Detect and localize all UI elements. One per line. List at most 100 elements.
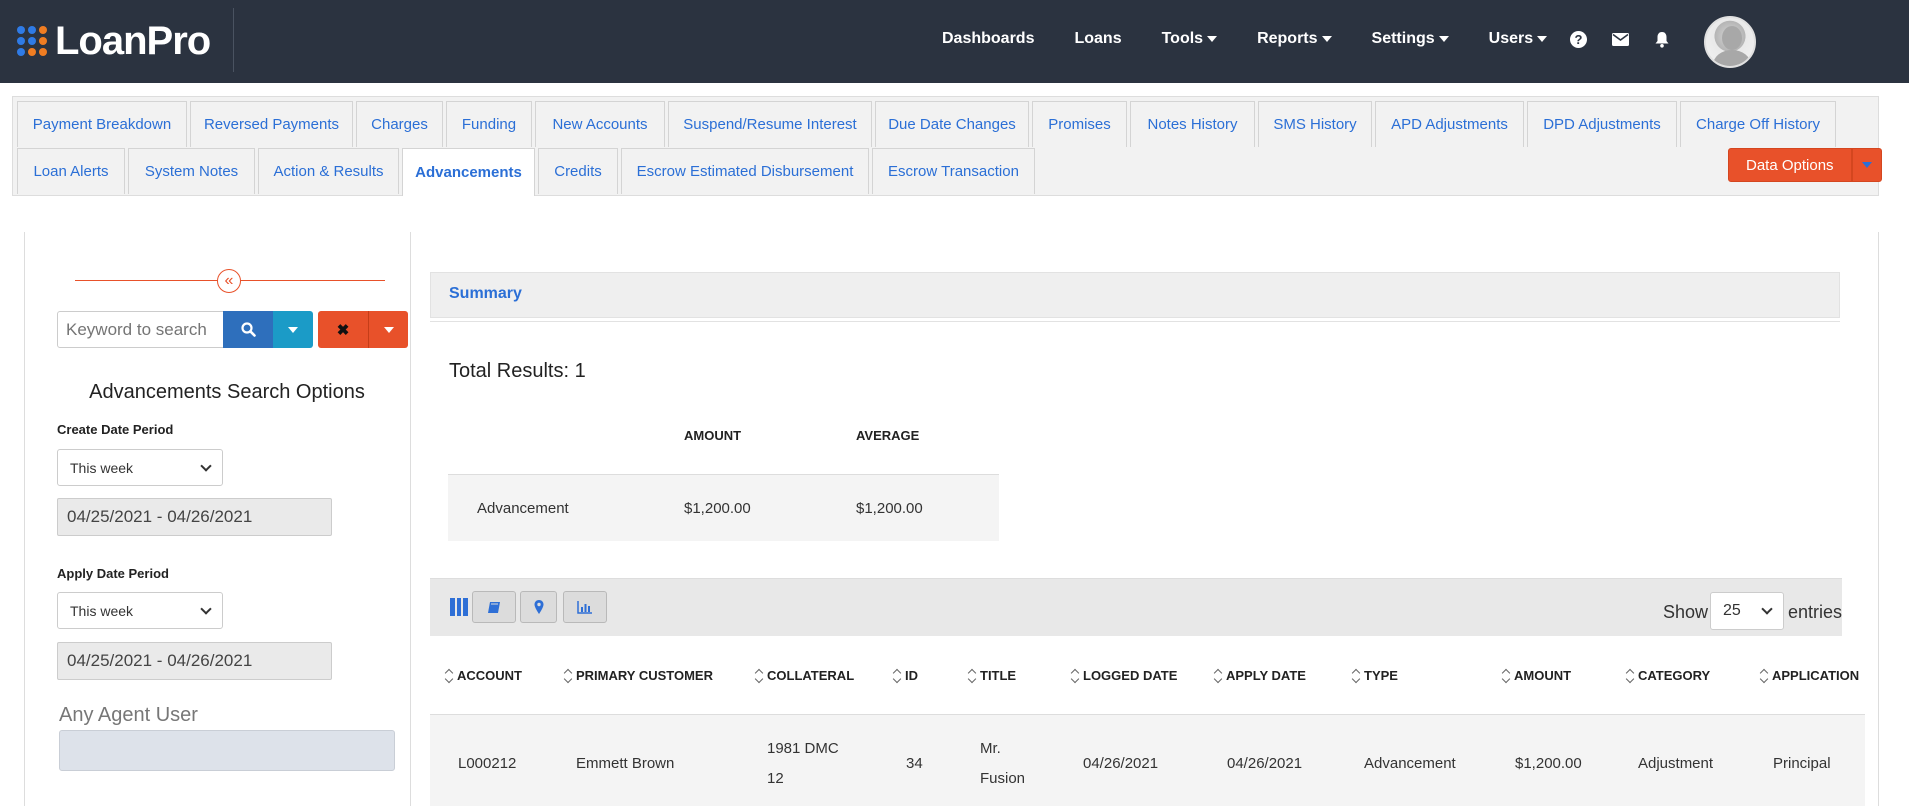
search-options-title: Advancements Search Options: [89, 381, 365, 403]
tab-escrow-transaction[interactable]: Escrow Transaction: [872, 148, 1035, 194]
column-category-label: CATEGORY: [1638, 668, 1711, 683]
column-collateral[interactable]: COLLATERAL: [754, 668, 854, 683]
summary-header[interactable]: [430, 272, 1840, 318]
cell-title-line2: Fusion: [980, 770, 1026, 787]
page-size-select[interactable]: 25: [1710, 592, 1784, 630]
column-id[interactable]: ID: [892, 668, 918, 683]
sort-icon: [444, 669, 454, 683]
tab-funding[interactable]: Funding: [446, 101, 532, 147]
tab-system-notes[interactable]: System Notes: [128, 148, 255, 194]
column-account-label: ACCOUNT: [457, 668, 522, 683]
cell-collateral-line2: 12: [767, 770, 784, 787]
bar-chart-icon[interactable]: [563, 591, 607, 623]
clear-options-dropdown[interactable]: [368, 311, 408, 348]
nav-loans[interactable]: Loans: [1074, 30, 1121, 48]
apply-date-range-input[interactable]: 04/25/2021 - 04/26/2021: [57, 642, 332, 680]
user-avatar[interactable]: [1704, 16, 1756, 68]
tab-charge-off-history[interactable]: Charge Off History: [1680, 101, 1836, 147]
tab-apd-adjustments[interactable]: APD Adjustments: [1375, 101, 1524, 147]
tab-notes-history[interactable]: Notes History: [1130, 101, 1255, 147]
page-size-value: 25: [1723, 602, 1741, 619]
map-pin-icon[interactable]: [520, 591, 557, 623]
nav-loans-label: Loans: [1074, 30, 1122, 47]
column-logged-date[interactable]: LOGGED DATE: [1070, 668, 1177, 683]
nav-tools-label: Tools: [1161, 30, 1204, 47]
summary-divider: [430, 321, 1840, 322]
data-options-button[interactable]: Data Options: [1728, 148, 1852, 182]
nav-users-label: Users: [1488, 30, 1534, 47]
sort-icon: [1213, 669, 1223, 683]
mail-icon[interactable]: [1611, 30, 1629, 48]
sort-icon: [892, 669, 902, 683]
tab-reversed-payments[interactable]: Reversed Payments: [190, 101, 353, 147]
main-nav: Dashboards Loans Tools Reports Settings …: [942, 30, 1587, 48]
nav-dashboards[interactable]: Dashboards: [942, 30, 1034, 48]
clear-search-button[interactable]: ✖: [318, 311, 368, 348]
tab-advancements[interactable]: Advancements: [402, 148, 535, 196]
tab-escrow-estimated-disbursement[interactable]: Escrow Estimated Disbursement: [621, 148, 869, 194]
book-icon[interactable]: [472, 591, 516, 623]
caret-down-icon: [1321, 36, 1332, 42]
data-options-dropdown[interactable]: [1851, 148, 1882, 182]
caret-down-icon: [1861, 162, 1872, 168]
column-amount[interactable]: AMOUNT: [1501, 668, 1571, 683]
column-account[interactable]: ACCOUNT: [444, 668, 522, 683]
tab-action-results[interactable]: Action & Results: [258, 148, 399, 194]
column-apply-date[interactable]: APPLY DATE: [1213, 668, 1306, 683]
column-collateral-label: COLLATERAL: [767, 668, 855, 683]
tab-sms-history[interactable]: SMS History: [1258, 101, 1372, 147]
nav-tools[interactable]: Tools: [1161, 30, 1218, 48]
tab-promises[interactable]: Promises: [1032, 101, 1127, 147]
cell-amount: $1,200.00: [1515, 755, 1582, 772]
column-application[interactable]: APPLICATION: [1759, 668, 1859, 683]
keyword-search-input[interactable]: [57, 311, 225, 348]
column-category[interactable]: CATEGORY: [1625, 668, 1710, 683]
summary-amount-header: AMOUNT: [684, 428, 742, 443]
total-results: Total Results: 1: [449, 360, 586, 382]
column-application-label: APPLICATION: [1772, 668, 1860, 683]
create-date-period-select[interactable]: This week: [57, 449, 223, 486]
cell-customer[interactable]: Emmett Brown: [576, 749, 674, 779]
create-date-range-input[interactable]: 04/25/2021 - 04/26/2021: [57, 498, 332, 536]
bell-icon[interactable]: [1653, 30, 1671, 48]
search-icon: [240, 322, 256, 337]
column-logged-date-label: LOGGED DATE: [1083, 668, 1178, 683]
column-type[interactable]: TYPE: [1351, 668, 1398, 683]
tab-charges[interactable]: Charges: [356, 101, 443, 147]
help-icon[interactable]: ?: [1570, 30, 1587, 48]
nav-users[interactable]: Users: [1488, 30, 1548, 48]
column-primary-customer-label: PRIMARY CUSTOMER: [576, 668, 713, 683]
columns-icon[interactable]: [450, 598, 469, 616]
search-button[interactable]: [223, 311, 273, 348]
cell-account[interactable]: L000212: [458, 749, 516, 779]
summary-title[interactable]: Summary: [449, 285, 522, 303]
sort-icon: [1759, 669, 1769, 683]
collapse-panel-icon[interactable]: «: [217, 269, 241, 293]
brand-name: LoanPro: [55, 18, 211, 63]
column-primary-customer[interactable]: PRIMARY CUSTOMER: [563, 668, 713, 683]
nav-settings-label: Settings: [1371, 30, 1435, 47]
tab-new-accounts[interactable]: New Accounts: [535, 101, 665, 147]
cell-apply-date: 04/26/2021: [1227, 755, 1303, 772]
summary-type: Advancement: [477, 500, 569, 517]
tab-dpd-adjustments[interactable]: DPD Adjustments: [1527, 101, 1677, 147]
apply-date-period-select[interactable]: This week: [57, 592, 223, 629]
summary-amount: $1,200.00: [684, 500, 751, 517]
column-amount-label: AMOUNT: [1514, 668, 1572, 683]
column-title[interactable]: TITLE: [967, 668, 1016, 683]
tab-suspend-resume-interest[interactable]: Suspend/Resume Interest: [668, 101, 872, 147]
brand-logo[interactable]: LoanPro: [17, 17, 211, 65]
tab-loan-alerts[interactable]: Loan Alerts: [17, 148, 125, 194]
column-type-label: TYPE: [1364, 668, 1398, 683]
tab-due-date-changes[interactable]: Due Date Changes: [875, 101, 1029, 147]
tab-payment-breakdown[interactable]: Payment Breakdown: [17, 101, 187, 147]
tab-credits[interactable]: Credits: [538, 148, 618, 194]
caret-down-icon: [1438, 36, 1449, 42]
nav-settings[interactable]: Settings: [1372, 30, 1449, 48]
search-options-dropdown[interactable]: [273, 311, 313, 348]
agent-user-select[interactable]: [59, 730, 395, 771]
nav-reports[interactable]: Reports: [1257, 30, 1332, 48]
sort-icon: [1501, 669, 1511, 683]
caret-down-icon: [288, 326, 298, 333]
cell-title-line1: Mr.: [980, 740, 1001, 757]
